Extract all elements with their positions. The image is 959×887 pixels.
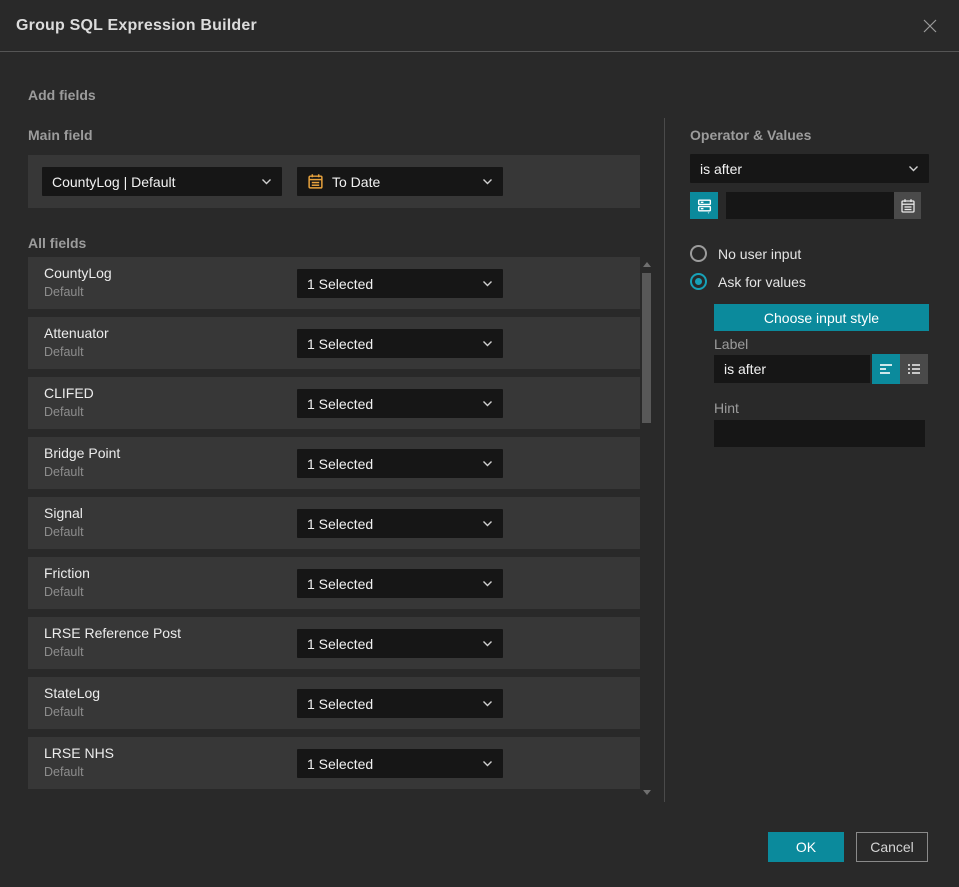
field-values-dropdown[interactable]: 1 Selected: [297, 689, 503, 718]
field-row: LRSE Reference Post Default 1 Selected: [28, 617, 640, 669]
field-subtitle: Default: [44, 645, 84, 659]
field-name: Bridge Point: [44, 445, 121, 461]
unique-values-stack-icon[interactable]: [690, 192, 718, 219]
label-caption: Label: [714, 336, 749, 352]
date-value-row: [690, 192, 929, 219]
chevron-down-icon: [483, 581, 492, 587]
field-row: Attenuator Default 1 Selected: [28, 317, 640, 369]
panel-divider: [664, 118, 665, 802]
radio-selected-icon: [690, 273, 707, 290]
scrollbar-thumb[interactable]: [642, 273, 651, 423]
calendar-icon: [307, 173, 324, 190]
field-values-dropdown[interactable]: 1 Selected: [297, 749, 503, 778]
field-values-dropdown[interactable]: 1 Selected: [297, 449, 503, 478]
field-subtitle: Default: [44, 525, 84, 539]
field-row: Friction Default 1 Selected: [28, 557, 640, 609]
field-row: CLIFED Default 1 Selected: [28, 377, 640, 429]
field-values-dropdown-value: 1 Selected: [307, 275, 374, 292]
scrollbar-down-arrow-icon[interactable]: [643, 790, 651, 795]
add-fields-heading: Add fields: [28, 87, 96, 103]
main-field-heading: Main field: [28, 127, 93, 143]
main-field-container: CountyLog | Default To Date: [28, 155, 640, 208]
chevron-down-icon: [483, 341, 492, 347]
main-field-dropdown[interactable]: CountyLog | Default: [42, 167, 282, 196]
field-name: LRSE Reference Post: [44, 625, 181, 641]
single-line-input-style-icon[interactable]: [872, 354, 900, 384]
field-row: CountyLog Default 1 Selected: [28, 257, 640, 309]
field-name: Signal: [44, 505, 83, 521]
field-subtitle: Default: [44, 705, 84, 719]
field-values-dropdown[interactable]: 1 Selected: [297, 629, 503, 658]
calendar-picker-icon[interactable]: [894, 192, 921, 219]
field-subtitle: Default: [44, 765, 84, 779]
field-name: Friction: [44, 565, 90, 581]
field-values-dropdown[interactable]: 1 Selected: [297, 569, 503, 598]
field-values-dropdown[interactable]: 1 Selected: [297, 269, 503, 298]
choose-input-style-button[interactable]: Choose input style: [714, 304, 929, 331]
hint-caption: Hint: [714, 400, 739, 416]
chevron-down-icon: [483, 281, 492, 287]
field-values-dropdown-value: 1 Selected: [307, 635, 374, 652]
radio-no-user-input[interactable]: No user input: [690, 245, 801, 262]
field-values-dropdown[interactable]: 1 Selected: [297, 329, 503, 358]
label-input[interactable]: [714, 355, 870, 383]
field-values-dropdown-value: 1 Selected: [307, 335, 374, 352]
field-subtitle: Default: [44, 285, 84, 299]
field-row: LRSE NHS Default 1 Selected: [28, 737, 640, 789]
date-mode-dropdown[interactable]: To Date: [297, 167, 503, 196]
list-input-style-icon[interactable]: [900, 354, 928, 384]
list-scrollbar[interactable]: [641, 260, 653, 797]
field-row: Signal Default 1 Selected: [28, 497, 640, 549]
chevron-down-icon: [909, 166, 918, 172]
chevron-down-icon: [483, 641, 492, 647]
cancel-button[interactable]: Cancel: [856, 832, 928, 862]
field-values-dropdown-value: 1 Selected: [307, 515, 374, 532]
radio-unselected-icon: [690, 245, 707, 262]
field-name: Attenuator: [44, 325, 109, 341]
all-fields-heading: All fields: [28, 235, 87, 251]
field-name: CLIFED: [44, 385, 94, 401]
chevron-down-icon: [483, 179, 492, 185]
chevron-down-icon: [483, 401, 492, 407]
dialog-footer: OK Cancel: [768, 832, 928, 862]
field-values-dropdown-value: 1 Selected: [307, 575, 374, 592]
scrollbar-up-arrow-icon[interactable]: [643, 262, 651, 267]
field-name: StateLog: [44, 685, 101, 701]
field-values-dropdown-value: 1 Selected: [307, 695, 374, 712]
operator-values-heading: Operator & Values: [690, 127, 812, 143]
chevron-down-icon: [483, 461, 492, 467]
field-values-dropdown[interactable]: 1 Selected: [297, 389, 503, 418]
field-values-dropdown[interactable]: 1 Selected: [297, 509, 503, 538]
field-subtitle: Default: [44, 405, 84, 419]
date-mode-dropdown-value: To Date: [332, 173, 381, 190]
main-field-dropdown-value: CountyLog | Default: [52, 173, 176, 190]
date-value-input[interactable]: [726, 192, 894, 219]
field-subtitle: Default: [44, 345, 84, 359]
field-row: Bridge Point Default 1 Selected: [28, 437, 640, 489]
field-values-dropdown-value: 1 Selected: [307, 755, 374, 772]
dialog-titlebar: Group SQL Expression Builder: [0, 0, 959, 52]
operator-dropdown-value: is after: [700, 160, 743, 177]
chevron-down-icon: [483, 521, 492, 527]
field-row: StateLog Default 1 Selected: [28, 677, 640, 729]
all-fields-list: CountyLog Default 1 Selected Attenuator …: [28, 257, 640, 794]
operator-dropdown[interactable]: is after: [690, 154, 929, 183]
field-subtitle: Default: [44, 585, 84, 599]
ok-button[interactable]: OK: [768, 832, 844, 862]
chevron-down-icon: [483, 761, 492, 767]
dialog-title: Group SQL Expression Builder: [16, 16, 257, 34]
radio-ask-for-values-label: Ask for values: [718, 273, 806, 290]
hint-input[interactable]: [714, 420, 925, 447]
close-icon[interactable]: [919, 15, 941, 37]
field-name: LRSE NHS: [44, 745, 115, 761]
chevron-down-icon: [262, 179, 271, 185]
radio-no-user-input-label: No user input: [718, 245, 802, 262]
input-style-toggles: [872, 354, 928, 384]
chevron-down-icon: [483, 701, 492, 707]
field-values-dropdown-value: 1 Selected: [307, 455, 374, 472]
radio-ask-for-values[interactable]: Ask for values: [690, 273, 806, 290]
field-name: CountyLog: [44, 265, 112, 281]
field-subtitle: Default: [44, 465, 84, 479]
field-values-dropdown-value: 1 Selected: [307, 395, 374, 412]
